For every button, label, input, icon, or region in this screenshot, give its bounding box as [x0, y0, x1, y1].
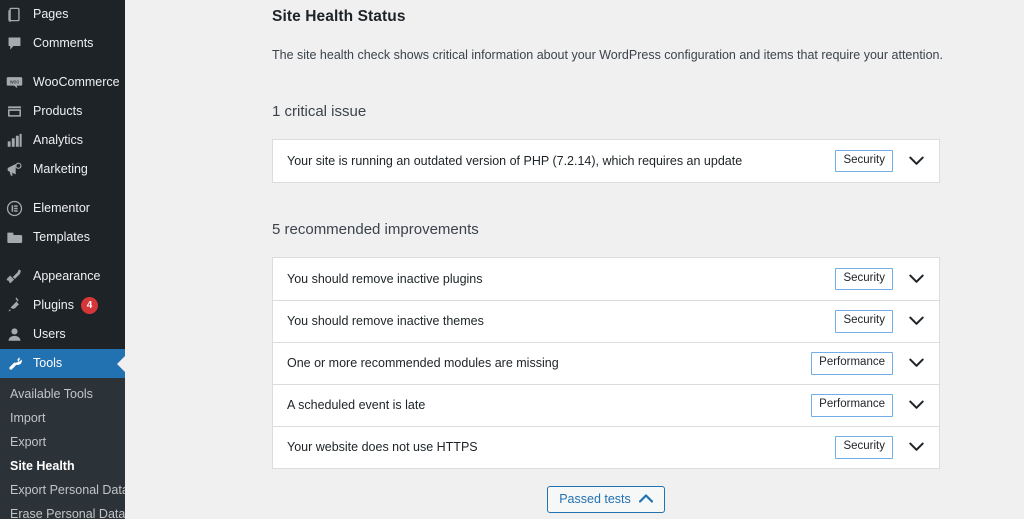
page-description: The site health check shows critical inf…: [272, 48, 943, 62]
sidebar-item-label: Templates: [33, 230, 90, 245]
sidebar-item-label: Comments: [33, 36, 94, 51]
recommended-improvements-list: You should remove inactive plugins Securi…: [272, 256, 940, 469]
chevron-down-icon[interactable]: [903, 148, 929, 174]
sidebar-item-woocommerce[interactable]: woo WooCommerce: [0, 68, 125, 97]
issue-category-badge: Security: [835, 436, 893, 459]
sidebar-separator: [0, 58, 125, 68]
svg-text:woo: woo: [9, 79, 19, 85]
issue-row[interactable]: One or more recommended modules are miss…: [273, 341, 939, 384]
woocommerce-icon: woo: [2, 73, 26, 93]
analytics-icon: [2, 131, 26, 151]
passed-tests-container: Passed tests: [272, 486, 940, 513]
issue-title: You should remove inactive plugins: [287, 271, 483, 286]
critical-issues-heading: 1 critical issue: [272, 102, 367, 120]
admin-sidebar: Pages Comments woo WooCommerce Products Analy…: [0, 0, 125, 519]
sidebar-item-marketing[interactable]: Marketing: [0, 155, 125, 184]
sidebar-item-label: Products: [33, 104, 83, 119]
comments-icon: [2, 34, 26, 54]
tools-submenu: Available Tools Import Export Site Health Ex…: [0, 378, 125, 519]
sidebar-item-label: WooCommerce: [33, 75, 120, 90]
issue-row[interactable]: You should remove inactive themes Securit…: [273, 299, 939, 342]
issue-row[interactable]: You should remove inactive plugins Securi…: [273, 258, 939, 300]
sidebar-item-label: Users: [33, 327, 66, 342]
sidebar-item-templates[interactable]: Templates: [0, 223, 125, 252]
sidebar-item-label: Appearance: [33, 269, 101, 284]
chevron-up-icon: [638, 492, 653, 506]
plugins-icon: [2, 296, 26, 316]
chevron-down-icon[interactable]: [903, 434, 929, 460]
submenu-item-available-tools[interactable]: Available Tools: [0, 382, 125, 406]
update-count-badge: 4: [81, 297, 98, 314]
main-content: Site Health Status The site health check…: [125, 0, 1024, 519]
submenu-item-export[interactable]: Export: [0, 430, 125, 454]
sidebar-item-appearance[interactable]: Appearance: [0, 262, 125, 291]
sidebar-item-pages[interactable]: Pages: [0, 0, 125, 29]
marketing-icon: [2, 160, 26, 180]
submenu-item-import[interactable]: Import: [0, 406, 125, 430]
chevron-down-icon[interactable]: [903, 308, 929, 334]
issue-category-badge: Security: [835, 267, 893, 290]
appearance-icon: [2, 267, 26, 287]
sidebar-item-label: Plugins: [33, 298, 74, 313]
sidebar-item-products[interactable]: Products: [0, 97, 125, 126]
sidebar-item-label: Analytics: [33, 133, 84, 148]
templates-icon: [2, 228, 26, 248]
sidebar-separator: [0, 252, 125, 262]
sidebar-item-label: Elementor: [33, 201, 90, 216]
sidebar-item-label: Marketing: [33, 162, 88, 177]
wordpress-admin-screen: Pages Comments woo WooCommerce Products Analy…: [0, 0, 1024, 519]
sidebar-item-tools[interactable]: Tools: [0, 349, 125, 378]
sidebar-item-users[interactable]: Users: [0, 320, 125, 349]
issue-category-badge: Performance: [811, 352, 893, 375]
issue-category-badge: Security: [835, 310, 893, 333]
passed-tests-button[interactable]: Passed tests: [547, 486, 665, 513]
pages-icon: [2, 5, 26, 25]
issue-title: One or more recommended modules are miss…: [287, 356, 559, 371]
issue-row[interactable]: A scheduled event is late Performance: [273, 383, 939, 426]
tools-icon: [2, 354, 26, 374]
issue-title: Your website does not use HTTPS: [287, 440, 478, 455]
submenu-item-site-health[interactable]: Site Health: [0, 454, 125, 478]
sidebar-item-analytics[interactable]: Analytics: [0, 126, 125, 155]
chevron-down-icon[interactable]: [903, 392, 929, 418]
issue-title: You should remove inactive themes: [287, 314, 484, 329]
issue-title: Your site is running an outdated version…: [287, 153, 743, 168]
issue-row[interactable]: Your site is running an outdated version…: [273, 140, 939, 182]
sidebar-item-plugins[interactable]: Plugins 4: [0, 291, 125, 320]
recommended-improvements-heading: 5 recommended improvements: [272, 220, 479, 238]
elementor-icon: [2, 199, 26, 219]
sidebar-item-elementor[interactable]: Elementor: [0, 194, 125, 223]
chevron-down-icon[interactable]: [903, 350, 929, 376]
critical-issues-list: Your site is running an outdated version…: [272, 138, 940, 183]
sidebar-item-label: Tools: [33, 356, 63, 371]
issue-row[interactable]: Your website does not use HTTPS Security: [273, 425, 939, 468]
page-title: Site Health Status: [272, 8, 406, 25]
submenu-item-erase-personal-data[interactable]: Erase Personal Data: [0, 502, 125, 519]
chevron-down-icon[interactable]: [903, 266, 929, 292]
sidebar-separator: [0, 184, 125, 194]
sidebar-item-comments[interactable]: Comments: [0, 29, 125, 58]
issue-category-badge: Security: [835, 149, 893, 172]
issue-title: A scheduled event is late: [287, 398, 426, 413]
users-icon: [2, 325, 26, 345]
products-icon: [2, 102, 26, 122]
submenu-item-export-personal-data[interactable]: Export Personal Data: [0, 478, 125, 502]
sidebar-item-label: Pages: [33, 7, 69, 22]
passed-tests-label: Passed tests: [559, 492, 631, 506]
issue-category-badge: Performance: [811, 394, 893, 417]
